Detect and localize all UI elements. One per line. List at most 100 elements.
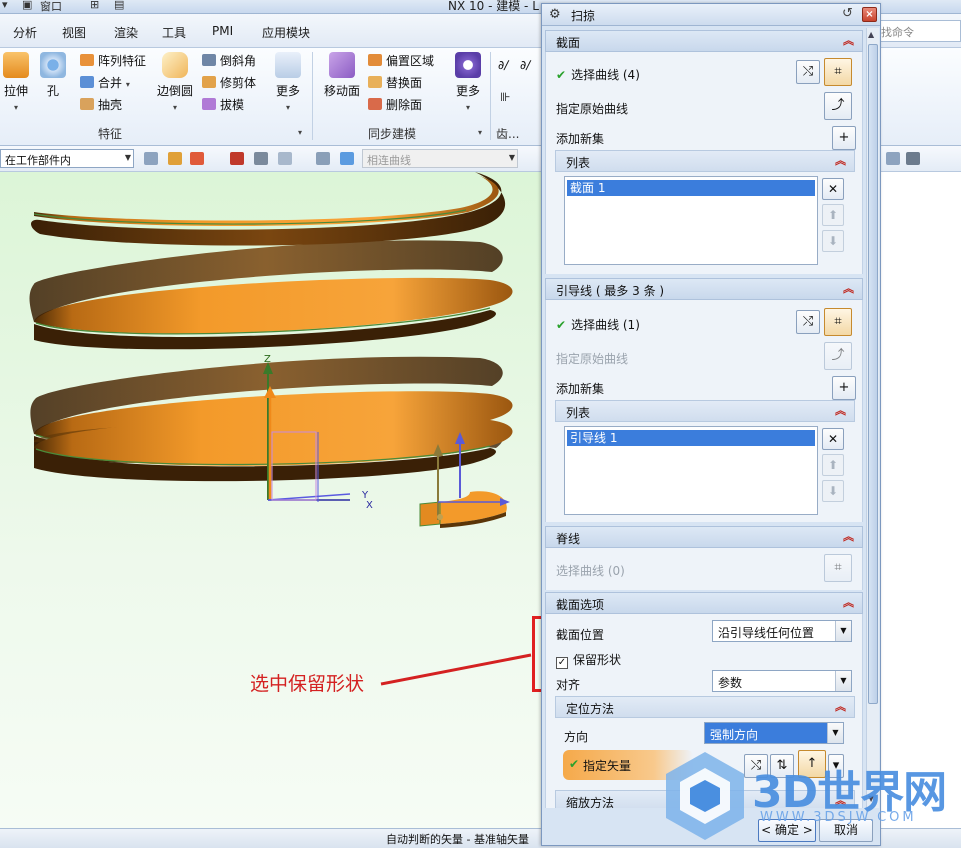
reset-icon[interactable]: ↺	[842, 6, 853, 21]
tab-render[interactable]: 渲染	[114, 24, 138, 41]
shell-button[interactable]: 抽壳	[80, 96, 122, 113]
view-tool-icon[interactable]	[886, 152, 900, 165]
body-select-icon[interactable]	[316, 152, 330, 165]
chevron-up-icon[interactable]: ︽	[843, 594, 854, 610]
chevron-up-icon[interactable]: ︽	[835, 698, 846, 714]
gear-tool2-icon[interactable]: ∂∕	[520, 58, 530, 72]
select-curve-icon[interactable]: ⌗	[824, 58, 852, 86]
draft-button[interactable]: 拔模	[202, 96, 244, 113]
list-item[interactable]: 引导线 1	[567, 430, 815, 446]
preserve-shape-checkbox[interactable]: ✓	[556, 657, 568, 669]
grid-icon[interactable]	[906, 152, 920, 165]
section-options-group-header[interactable]: 截面选项 ︽	[545, 592, 863, 614]
quick-access-dropdown-icon[interactable]: ▾	[2, 0, 8, 11]
align-select[interactable]: 参数 ▼	[712, 670, 852, 692]
move-up-icon[interactable]: ⬆	[822, 204, 844, 226]
move-down-icon[interactable]: ⬇	[822, 230, 844, 252]
scroll-up-icon[interactable]: ▲	[868, 30, 874, 39]
add-new-set-icon[interactable]: +	[832, 126, 856, 150]
draft-icon	[202, 98, 216, 110]
crosshair-icon[interactable]	[230, 152, 244, 165]
replace-face-button[interactable]: 替换面	[368, 74, 422, 91]
orientation-header[interactable]: 定位方法 ︽	[555, 696, 855, 718]
guides-listbox[interactable]: 引导线 1	[564, 426, 818, 515]
section-options-group-title: 截面选项	[556, 598, 605, 612]
trim-body-button[interactable]: 修剪体	[202, 74, 256, 91]
graphics-viewport[interactable]: Z Y X	[0, 172, 544, 828]
curve-rule-combo[interactable]: 相连曲线 ▼	[362, 149, 518, 168]
move-face-button[interactable]: 移动面	[320, 52, 364, 99]
direction-select[interactable]: 强制方向 ▼	[704, 722, 844, 744]
curve-rule-icon[interactable]: ⤭	[796, 60, 820, 84]
lasso-icon[interactable]	[254, 152, 268, 165]
chevron-up-icon[interactable]: ︽	[835, 402, 846, 418]
edge-blend-button[interactable]: 边倒圆 ▾	[154, 52, 196, 113]
quick-access-icon[interactable]: ⊞	[90, 0, 99, 11]
delete-item-icon[interactable]: ✕	[822, 428, 844, 450]
origin-curve-icon[interactable]: ⤴	[824, 92, 852, 120]
tab-analysis[interactable]: 分析	[13, 24, 37, 41]
hole-button[interactable]: 孔	[38, 52, 68, 99]
move-down-icon[interactable]: ⬇	[822, 480, 844, 502]
section-select-curve-label[interactable]: ✔ 选择曲线 (4)	[556, 66, 640, 83]
chevron-up-icon[interactable]: ︽	[843, 528, 854, 544]
spine-group-header[interactable]: 脊线 ︽	[545, 526, 863, 548]
delete-face-button[interactable]: 删除面	[368, 96, 422, 113]
add-new-set-icon[interactable]: +	[832, 376, 856, 400]
delete-item-icon[interactable]: ✕	[822, 178, 844, 200]
section-add-new-set-label: 添加新集	[556, 132, 605, 146]
move-up-icon[interactable]: ⬆	[822, 454, 844, 476]
snap-point-icon[interactable]	[168, 152, 182, 165]
window-menu-icon[interactable]: ▣	[22, 0, 32, 11]
group-expand-icon[interactable]: ▾	[478, 124, 482, 138]
section-position-select[interactable]: 沿引导线任何位置 ▼	[712, 620, 852, 642]
section-group-header[interactable]: 截面 ︽	[545, 30, 863, 52]
gear-tool-icon[interactable]: ∂∕	[498, 58, 508, 72]
section-listbox[interactable]: 截面 1	[564, 176, 818, 265]
select-point-icon[interactable]	[190, 152, 204, 165]
layout-icon[interactable]: ▤	[114, 0, 124, 11]
extrude-button[interactable]: 拉伸 ▾	[0, 52, 34, 113]
guides-list-header[interactable]: 列表 ︽	[555, 400, 855, 422]
group-separator	[490, 52, 491, 140]
gear-small-icon[interactable]: ⊪	[500, 90, 510, 104]
watermark-url: WWW.3DSJW.COM	[760, 810, 917, 825]
window-menu-label[interactable]: 窗口	[40, 0, 62, 14]
pattern-feature-button[interactable]: 阵列特征	[80, 52, 146, 69]
select-curve-icon[interactable]: ⌗	[824, 554, 852, 582]
selection-scope-combo[interactable]: 在工作部件内 ▼	[0, 149, 134, 168]
chevron-up-icon[interactable]: ︽	[843, 280, 854, 296]
solid-body-icon[interactable]	[340, 152, 354, 165]
filter-icon[interactable]	[144, 152, 158, 165]
spine-select-curve-label[interactable]: 选择曲线 (0)	[556, 562, 625, 579]
more-feature-button[interactable]: 更多 ▾	[272, 52, 304, 113]
list-item[interactable]: 截面 1	[567, 180, 815, 196]
close-icon[interactable]: ×	[862, 7, 877, 22]
chamfer-button[interactable]: 倒斜角	[202, 52, 256, 69]
x-axis-label: X	[366, 500, 373, 511]
tab-tools[interactable]: 工具	[162, 24, 186, 41]
offset-region-button[interactable]: 偏置区域	[368, 52, 434, 69]
more-sync-button[interactable]: 更多 ▾	[452, 52, 484, 113]
preserve-shape-row[interactable]: ✓ 保留形状	[556, 651, 621, 669]
dialog-scrollbar[interactable]: ▲ ▼	[866, 28, 879, 808]
scroll-thumb[interactable]	[868, 44, 878, 704]
guides-select-curve-label[interactable]: ✔ 选择曲线 (1)	[556, 316, 640, 333]
rectangle-select-icon[interactable]	[278, 152, 292, 165]
unite-button[interactable]: 合并 ▾	[80, 74, 130, 91]
group-expand-icon[interactable]: ▾	[298, 124, 302, 138]
select-curve-icon[interactable]: ⌗	[824, 308, 852, 336]
guides-group-header[interactable]: 引导线 ( 最多 3 条 ) ︽	[545, 278, 863, 300]
tab-applications[interactable]: 应用模块	[262, 24, 310, 41]
tab-view[interactable]: 视图	[62, 24, 86, 41]
chevron-up-icon[interactable]: ︽	[843, 32, 854, 48]
chevron-up-icon[interactable]: ︽	[835, 152, 846, 168]
curve-rule-icon[interactable]: ⤭	[796, 310, 820, 334]
tab-pmi[interactable]: PMI	[212, 24, 233, 38]
guides-select-curve-text: 选择曲线 (1)	[571, 318, 640, 332]
spring-coil-back	[31, 172, 506, 246]
origin-curve-icon[interactable]: ⤴	[824, 342, 852, 370]
gear-icon[interactable]: ⚙	[549, 7, 561, 22]
spring-model[interactable]: Z Y X	[0, 172, 544, 828]
section-list-header[interactable]: 列表 ︽	[555, 150, 855, 172]
